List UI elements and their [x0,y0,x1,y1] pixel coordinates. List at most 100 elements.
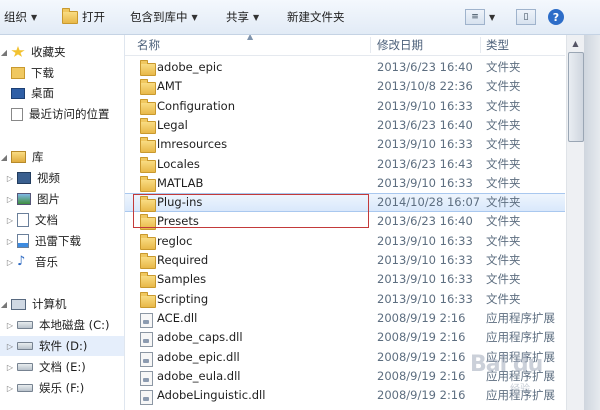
watermark-sub-text: 经验 [510,384,530,395]
chevron-down-icon: ▼ [31,12,38,22]
folder-row[interactable]: adobe_epic 2013/6/23 16:40 文件夹 [125,58,565,77]
file-name: AdobeLinguistic.dll [157,388,266,403]
file-modified-date: 2013/9/10 16:33 [377,253,473,267]
nav-libraries[interactable]: ◢ 库 [0,147,44,167]
nav-drive-c[interactable]: ▷ 本地磁盘 (C:) [6,315,110,335]
column-name[interactable]: 名称 [133,35,367,55]
vertical-scrollbar[interactable]: ▲ [566,35,584,410]
collapse-arrow-icon[interactable]: ◢ [0,48,8,57]
file-modified-date: 2013/10/8 22:36 [377,79,473,94]
folder-row[interactable]: lmresources 2013/9/10 16:33 文件夹 [125,135,565,154]
expand-arrow-icon[interactable]: ▷ [6,174,14,183]
nav-documents[interactable]: ▷ 文档 [6,210,58,230]
folder-row[interactable]: Plug-ins 2014/10/28 16:07 文件夹 [125,193,565,213]
include-in-library-button[interactable]: 包含到库中 ▼ [130,0,198,34]
file-modified-date: 2008/9/19 2:16 [377,388,466,403]
folder-icon [140,233,156,250]
file-type: 文件夹 [486,117,521,132]
column-divider[interactable] [370,37,371,53]
dll-file-icon [140,390,153,406]
folder-row[interactable]: Scripting 2013/9/10 16:33 文件夹 [125,290,565,309]
file-modified-date: 2008/9/19 2:16 [377,349,466,364]
nav-label: 文档 (E:) [39,360,86,374]
dll-file-icon [140,312,153,328]
nav-favorites[interactable]: ◢ 收藏夹 [0,42,66,62]
folder-row[interactable]: Presets 2013/6/23 16:40 文件夹 [125,212,565,231]
nav-drive-f[interactable]: ▷ 娱乐 (F:) [6,378,84,398]
nav-label: 文档 [35,213,58,227]
file-row[interactable]: adobe_caps.dll 2008/9/19 2:16 应用程序扩展 [125,328,565,348]
preview-pane-button[interactable]: ▯ [516,0,536,34]
dll-file-icon [140,351,153,367]
file-row[interactable]: ACE.dll 2008/9/19 2:16 应用程序扩展 [125,309,565,328]
change-view-button[interactable]: ≡ ▼ [465,0,495,34]
expand-arrow-icon[interactable]: ▷ [6,195,14,204]
library-icon [11,151,26,163]
new-folder-button[interactable]: 新建文件夹 [287,0,345,34]
file-name: adobe_eula.dll [157,368,241,383]
file-modified-date: 2014/10/28 16:07 [377,195,481,210]
help-button[interactable]: ? [548,0,564,34]
expand-arrow-icon[interactable]: ▷ [6,342,14,351]
nav-recent-places[interactable]: 最近访问的位置 [11,104,110,124]
file-modified-date: 2013/9/10 16:33 [377,137,473,152]
nav-pictures[interactable]: ▷ 图片 [6,189,60,209]
folder-row[interactable]: Legal 2013/6/23 16:40 文件夹 [125,116,565,135]
nav-downloads[interactable]: 下载 [11,63,54,83]
file-type: 文件夹 [486,175,521,190]
nav-computer[interactable]: ◢ 计算机 [0,294,67,314]
folder-icon [140,117,156,134]
folder-row[interactable]: Configuration 2013/9/10 16:33 文件夹 [125,97,565,116]
nav-drive-d[interactable]: ▷ 软件 (D:) [0,336,124,356]
column-divider[interactable] [480,37,481,53]
folder-icon [140,156,156,173]
file-modified-date: 2008/9/19 2:16 [377,368,466,383]
thunder-download-icon [17,234,29,248]
expand-arrow-icon[interactable]: ▷ [6,321,14,330]
scroll-thumb[interactable] [568,52,584,142]
scroll-up-arrow-icon[interactable]: ▲ [567,35,584,51]
expand-arrow-icon[interactable]: ▷ [6,258,14,267]
file-name: ACE.dll [157,310,198,325]
folder-row[interactable]: Required 2013/9/10 16:33 文件夹 [125,251,565,270]
file-name: MATLAB [157,175,204,190]
nav-label: 最近访问的位置 [29,107,110,121]
column-date[interactable]: 修改日期 [373,35,477,55]
hard-drive-icon [17,384,33,392]
organize-button[interactable]: 组织 ▼ [4,0,37,34]
share-label: 共享 [226,10,249,24]
recent-places-icon [11,107,23,121]
folder-icon [140,196,156,213]
file-name: Required [157,253,209,267]
folder-row[interactable]: regloc 2013/9/10 16:33 文件夹 [125,232,565,251]
column-header: ▲ 名称 修改日期 类型 [125,35,565,56]
nav-drive-e[interactable]: ▷ 文档 (E:) [6,357,86,377]
file-type: 文件夹 [486,253,521,267]
collapse-arrow-icon[interactable]: ◢ [0,300,8,309]
folder-row[interactable]: Locales 2013/6/23 16:43 文件夹 [125,155,565,174]
column-type[interactable]: 类型 [482,35,565,55]
expand-arrow-icon[interactable]: ▷ [6,384,14,393]
folder-row[interactable]: MATLAB 2013/9/10 16:33 文件夹 [125,174,565,193]
file-modified-date: 2013/9/10 16:33 [377,233,473,248]
collapse-arrow-icon[interactable]: ◢ [0,153,8,162]
nav-label: 娱乐 (F:) [39,381,85,395]
expand-arrow-icon[interactable]: ▷ [6,216,14,225]
folder-icon [140,60,156,76]
nav-videos[interactable]: ▷ 视频 [6,168,60,188]
open-button[interactable]: 打开 [62,0,105,34]
star-icon [11,46,25,57]
expand-arrow-icon[interactable]: ▷ [6,237,14,246]
share-button[interactable]: 共享 ▼ [226,0,259,34]
expand-arrow-icon[interactable]: ▷ [6,363,14,372]
folder-row[interactable]: AMT 2013/10/8 22:36 文件夹 [125,77,565,96]
folder-icon [140,98,156,115]
nav-thunder-downloads[interactable]: ▷ 迅雷下载 [6,231,81,251]
file-type: 文件夹 [486,214,521,229]
nav-desktop[interactable]: 桌面 [11,83,54,103]
hard-drive-icon [17,321,33,329]
file-row[interactable]: AdobeLinguistic.dll 2008/9/19 2:16 应用程序扩展 [125,386,565,406]
folder-row[interactable]: Samples 2013/9/10 16:33 文件夹 [125,270,565,289]
nav-label: 图片 [37,192,60,206]
nav-music[interactable]: ▷ ♪ 音乐 [6,252,58,272]
